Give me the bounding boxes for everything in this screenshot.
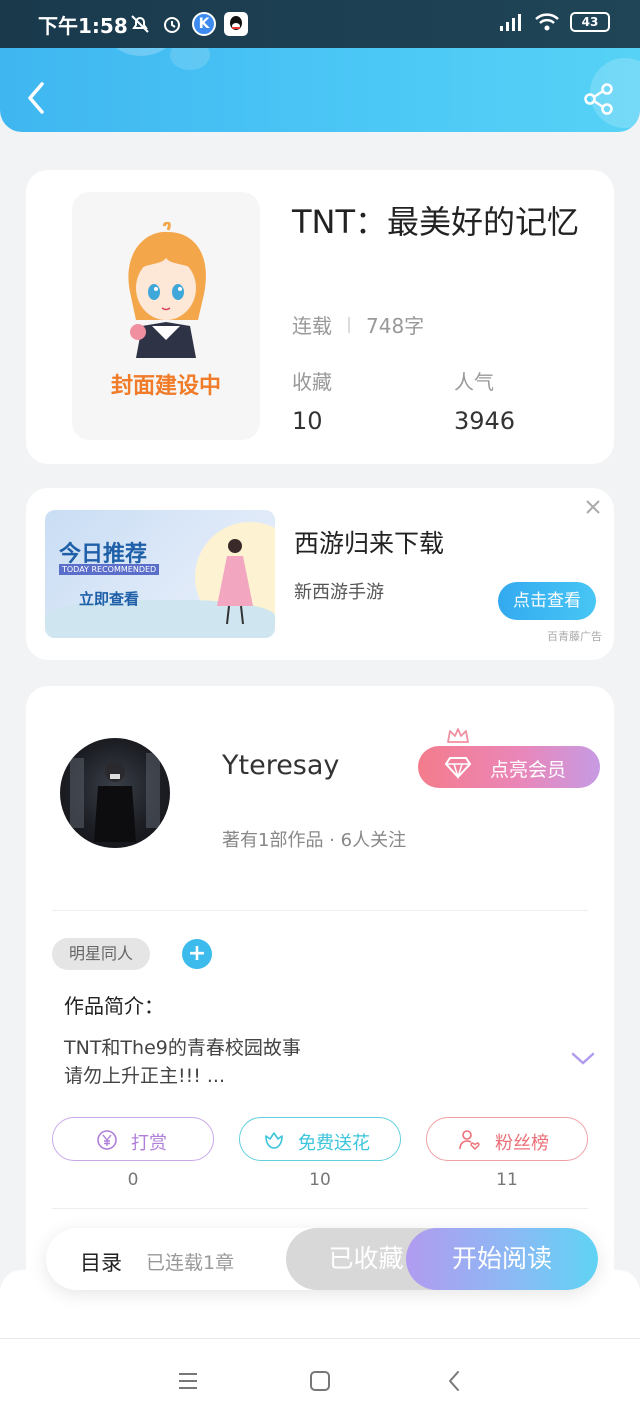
user-heart-icon bbox=[459, 1130, 480, 1150]
bell-off-icon bbox=[128, 12, 152, 36]
bottom-action-bar: 目录 已连载1章 已收藏 开始阅读 bbox=[46, 1228, 598, 1290]
header-bar: 下午1:58 K 43 bbox=[0, 0, 640, 132]
stat-label: 收藏 bbox=[292, 370, 332, 394]
home-square-icon[interactable] bbox=[308, 1369, 332, 1393]
stat-value: 3946 bbox=[454, 407, 516, 435]
reward-button[interactable]: 打赏 bbox=[52, 1117, 214, 1161]
fan-ranking-button[interactable]: 粉丝榜 bbox=[426, 1117, 588, 1161]
back-triangle-icon[interactable] bbox=[443, 1369, 467, 1393]
divider bbox=[52, 1208, 588, 1209]
status-time: 下午1:58 bbox=[38, 14, 128, 38]
fan-ranking-label: 粉丝榜 bbox=[495, 1133, 549, 1154]
k-app-icon: K bbox=[192, 12, 216, 36]
book-cover[interactable]: 封面建设中 bbox=[72, 192, 260, 440]
expand-intro-button[interactable] bbox=[570, 1050, 596, 1068]
intro-line: 请勿上升正主!!! ... bbox=[64, 1065, 226, 1087]
add-tag-button[interactable]: + bbox=[182, 939, 212, 969]
book-meta: 连载 748字 bbox=[292, 310, 424, 339]
book-status: 连载 bbox=[292, 314, 332, 338]
author-name[interactable]: Yteresay bbox=[222, 750, 339, 781]
book-info-card: 封面建设中 TNT：最美好的记忆 连载 748字 收藏 10 人气 3946 bbox=[26, 170, 614, 464]
send-flower-label: 免费送花 bbox=[298, 1133, 370, 1154]
cover-label: 封面建设中 bbox=[110, 374, 221, 399]
alarm-icon bbox=[160, 12, 184, 36]
yen-coin-icon bbox=[97, 1130, 117, 1150]
diamond-icon bbox=[444, 757, 472, 779]
stat-label: 人气 bbox=[454, 370, 494, 394]
stat-favorites: 收藏 10 bbox=[292, 366, 332, 435]
ad-close-button[interactable] bbox=[584, 498, 602, 516]
signal-icon bbox=[500, 14, 521, 31]
ad-title: 西游归来下载 bbox=[294, 529, 445, 558]
flower-count: 10 bbox=[309, 1170, 331, 1190]
ad-banner-subtitle: TODAY RECOMMENDED bbox=[59, 564, 160, 575]
close-icon bbox=[586, 500, 600, 514]
share-button[interactable] bbox=[582, 82, 616, 116]
reward-count: 0 bbox=[127, 1170, 139, 1190]
chevron-left-icon bbox=[28, 82, 44, 114]
avatar-figure bbox=[70, 753, 160, 842]
book-word-count: 748字 bbox=[366, 314, 425, 338]
menu-icon[interactable] bbox=[176, 1369, 200, 1393]
status-bar: 下午1:58 K 43 bbox=[0, 0, 640, 48]
author-meta: 著有1部作品 · 6人关注 bbox=[222, 830, 407, 851]
toc-button[interactable]: 目录 bbox=[80, 1247, 122, 1277]
start-reading-button[interactable]: 开始阅读 bbox=[406, 1228, 598, 1290]
plus-icon: + bbox=[187, 941, 207, 966]
avatar[interactable] bbox=[60, 738, 170, 848]
qq-icon bbox=[224, 12, 248, 36]
reward-label: 打赏 bbox=[131, 1133, 167, 1154]
send-flower-button[interactable]: 免费送花 bbox=[239, 1117, 401, 1161]
book-title: TNT：最美好的记忆 bbox=[292, 203, 580, 241]
ad-card[interactable]: 今日推荐 TODAY RECOMMENDED 立即查看 西游归来下载 新西游手游… bbox=[26, 488, 614, 660]
ad-banner-figure bbox=[217, 539, 253, 625]
vip-button[interactable]: 点亮会员 bbox=[418, 746, 600, 788]
crown-icon bbox=[447, 728, 469, 743]
back-button[interactable] bbox=[22, 80, 50, 116]
intro-label: 作品简介： bbox=[64, 994, 164, 1018]
chevron-down-icon bbox=[571, 1052, 595, 1065]
vip-button-label: 点亮会员 bbox=[490, 759, 567, 781]
ad-source-label: 百青藤广告 bbox=[547, 630, 602, 643]
divider bbox=[52, 910, 588, 911]
wifi-icon bbox=[535, 13, 559, 31]
ad-view-button[interactable]: 点击查看 bbox=[498, 582, 596, 620]
fan-count: 11 bbox=[496, 1170, 518, 1190]
intro-text[interactable]: TNT和The9的青春校园故事 请勿上升正主!!! ... bbox=[64, 1034, 544, 1090]
cover-placeholder-illustration bbox=[128, 222, 206, 358]
ad-banner-cta: 立即查看 bbox=[79, 590, 140, 608]
share-icon bbox=[584, 83, 613, 115]
ad-banner-image[interactable]: 今日推荐 TODAY RECOMMENDED 立即查看 bbox=[45, 510, 275, 638]
stat-popularity: 人气 3946 bbox=[454, 366, 515, 435]
ad-subtitle: 新西游手游 bbox=[294, 582, 384, 603]
system-nav-bar bbox=[0, 1338, 640, 1422]
meta-divider bbox=[348, 316, 350, 333]
stat-value: 10 bbox=[292, 407, 323, 435]
flower-icon bbox=[265, 1132, 283, 1149]
intro-line: TNT和The9的青春校园故事 bbox=[64, 1037, 301, 1059]
battery-icon: 43 bbox=[570, 12, 610, 32]
toc-status: 已连载1章 bbox=[146, 1252, 235, 1274]
category-tag[interactable]: 明星同人 bbox=[52, 938, 150, 970]
